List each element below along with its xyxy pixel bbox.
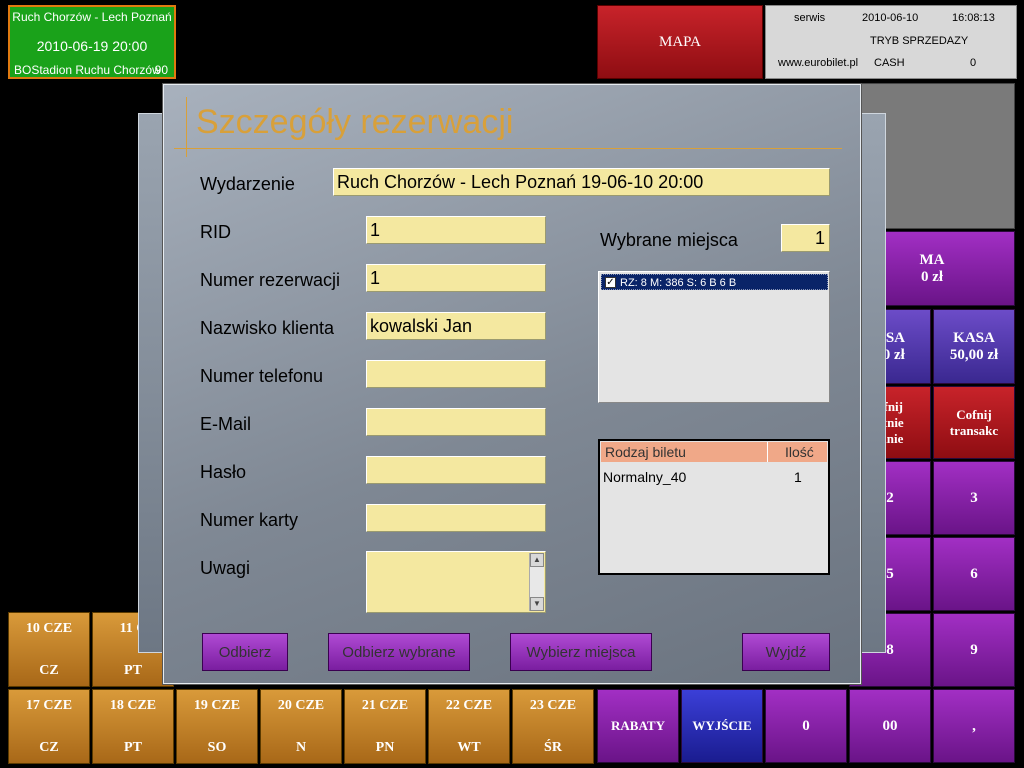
pickup-selected-button[interactable]: Odbierz wybrane (328, 633, 470, 671)
calendar-dow: ŚR (544, 740, 562, 755)
mapa-button[interactable]: MAPA (597, 5, 763, 79)
event-tile[interactable]: Ruch Chorzów - Lech Poznań 2010-06-19 20… (8, 5, 176, 79)
calendar-dow: CZ (39, 740, 59, 755)
calendar-date: 18 CZE (109, 698, 157, 713)
calendar-date: 22 CZE (445, 698, 493, 713)
undo-transaction-l2: transakc (949, 422, 999, 438)
calendar-day[interactable]: 21 CZE PN (344, 689, 426, 764)
reservation-number-field[interactable]: 1 (366, 264, 546, 292)
calendar-dow: N (295, 740, 307, 755)
seat-label: RZ: 8 M: 386 S: 6 B 6 B (620, 277, 737, 289)
event-tile-name: Ruch Chorzów - Lech Poznań (12, 10, 172, 24)
event-field[interactable]: Ruch Chorzów - Lech Poznań 19-06-10 20:0… (333, 168, 830, 196)
reservation-details-dialog: Szczegóły rezerwacji Wydarzenie Ruch Cho… (163, 84, 861, 684)
calendar-date: 21 CZE (361, 698, 409, 713)
table-row-quantity: 1 (794, 469, 802, 485)
info-panel: serwis 2010-06-10 16:08:13 TRYB SPRZEDAZ… (765, 5, 1017, 79)
calendar-day[interactable]: 18 CZE PT (92, 689, 174, 764)
wyjscie-button[interactable]: WYJŚCIE (681, 689, 763, 763)
calendar-day[interactable]: 23 CZE ŚR (512, 689, 594, 764)
info-date: 2010-06-10 (862, 12, 919, 24)
calendar-dow: PN (375, 740, 395, 755)
info-mode: TRYB SPRZEDAZY (870, 35, 969, 47)
selected-seats-count: 1 (781, 224, 830, 252)
title-underline (174, 148, 842, 149)
card-number-field[interactable] (366, 504, 546, 532)
remarks-label: Uwagi (200, 558, 251, 578)
client-name-label: Nazwisko klienta (200, 318, 335, 338)
quantity-header: Ilość (785, 444, 814, 460)
info-user: serwis (794, 12, 826, 24)
remarks-textarea[interactable]: ▲ ▼ (366, 551, 546, 613)
suma-label: MA (919, 251, 945, 268)
calendar-day[interactable]: 22 CZE WT (428, 689, 510, 764)
scroll-up-icon[interactable]: ▲ (530, 553, 544, 567)
kasa-2-amount: 50,00 zł (949, 346, 999, 363)
dialog-title: Szczegóły rezerwacji (196, 103, 514, 141)
calendar-date: 17 CZE (25, 698, 73, 713)
reservation-number-label: Numer rezerwacji (200, 270, 341, 290)
calendar-day[interactable]: 10 CZE CZ (8, 612, 90, 687)
exit-button[interactable]: Wyjdź (742, 633, 830, 671)
scroll-down-icon[interactable]: ▼ (530, 597, 544, 611)
phone-label: Numer telefonu (200, 366, 324, 386)
info-payment: CASH (874, 57, 905, 69)
info-time: 16:08:13 (952, 12, 995, 24)
calendar-day[interactable]: 19 CZE SO (176, 689, 258, 764)
table-row-ticket-type: Normalny_40 (603, 469, 687, 485)
seat-list-item[interactable]: ✓ RZ: 8 M: 386 S: 6 B 6 B (601, 274, 828, 290)
event-label: Wydarzenie (200, 174, 295, 194)
email-label: E-Mail (200, 414, 252, 434)
calendar-date: 10 CZE (25, 621, 73, 636)
undo-transaction-button[interactable]: Cofnij transakc (933, 386, 1015, 459)
calendar-day[interactable]: 17 CZE CZ (8, 689, 90, 764)
rabaty-button[interactable]: RABATY (597, 689, 679, 763)
kasa-button-2[interactable]: KASA 50,00 zł (933, 309, 1015, 384)
rid-field[interactable]: 1 (366, 216, 546, 244)
undo-transaction-l1: Cofnij (956, 406, 992, 422)
checkbox-checked-icon[interactable]: ✓ (605, 277, 616, 288)
event-tile-datetime: 2010-06-19 20:00 (36, 38, 148, 54)
client-name-field[interactable]: kowalski Jan (366, 312, 546, 340)
calendar-dow: PT (124, 740, 142, 755)
password-label: Hasło (200, 462, 247, 482)
event-tile-venue: BOStadion Ruchu Chorzów (14, 63, 161, 77)
key-0[interactable]: 0 (765, 689, 847, 763)
key-6[interactable]: 6 (933, 537, 1015, 611)
calendar-dow: SO (207, 740, 227, 755)
card-number-label: Numer karty (200, 510, 299, 530)
email-field[interactable] (366, 408, 546, 436)
seat-list[interactable]: ✓ RZ: 8 M: 386 S: 6 B 6 B (598, 271, 830, 403)
calendar-date: 23 CZE (529, 698, 577, 713)
key-9[interactable]: 9 (933, 613, 1015, 687)
remarks-scrollbar[interactable]: ▲ ▼ (529, 553, 544, 611)
info-amount: 0 (970, 57, 977, 69)
ticket-type-header: Rodzaj biletu (605, 444, 686, 460)
header-separator (767, 442, 768, 462)
choose-seats-button[interactable]: Wybierz miejsca (510, 633, 652, 671)
calendar-day[interactable]: 20 CZE N (260, 689, 342, 764)
rid-label: RID (200, 222, 231, 242)
calendar-dow: CZ (39, 663, 59, 678)
pickup-button[interactable]: Odbierz (202, 633, 288, 671)
password-field[interactable] (366, 456, 546, 484)
calendar-dow: WT (457, 740, 481, 755)
kasa-2-label: KASA (953, 329, 995, 346)
calendar-date: 19 CZE (193, 698, 241, 713)
info-site: www.eurobilet.pl (778, 57, 859, 69)
table-header: Rodzaj biletu Ilość (601, 442, 827, 462)
event-tile-count: 90 (154, 63, 168, 77)
calendar-date: 20 CZE (277, 698, 325, 713)
suma-amount: 0 zł (920, 268, 944, 285)
ticket-type-table: Rodzaj biletu Ilość Normalny_40 1 (598, 439, 830, 575)
key-00[interactable]: 00 (849, 689, 931, 763)
phone-field[interactable] (366, 360, 546, 388)
key-3[interactable]: 3 (933, 461, 1015, 535)
selected-seats-label: Wybrane miejsca (600, 230, 738, 250)
key-comma[interactable]: , (933, 689, 1015, 763)
calendar-dow: PT (124, 663, 142, 678)
